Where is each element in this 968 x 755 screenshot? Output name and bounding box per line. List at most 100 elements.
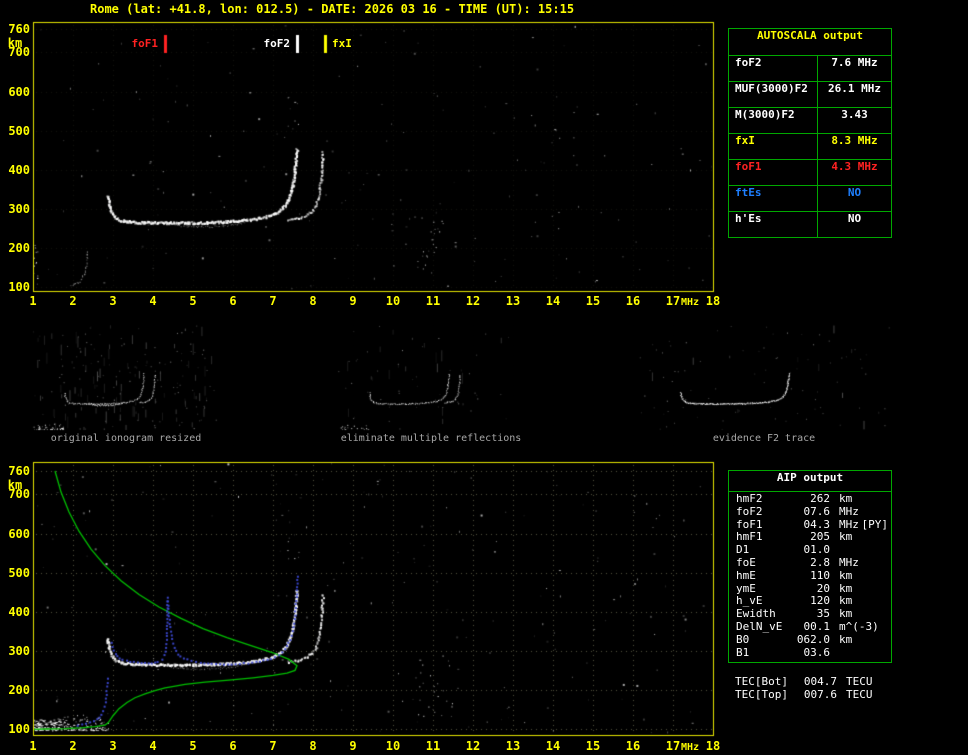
aip-table-row: h_vE 120 km bbox=[729, 594, 891, 607]
y-tick-label: 400 bbox=[8, 162, 30, 177]
tec-row-unit: TECU bbox=[846, 675, 873, 688]
x-tick-label: 16 bbox=[625, 739, 641, 753]
x-tick-label: 6 bbox=[229, 739, 237, 753]
tec-row-label: TEC[Top] bbox=[735, 688, 788, 701]
x-tick-label: 3 bbox=[109, 739, 117, 753]
x-tick-label: 14 bbox=[545, 294, 561, 308]
aip-row-label: foE bbox=[736, 555, 756, 569]
autoscala-row-value: 4.3 MHz bbox=[831, 160, 878, 173]
autoscala-table-row: M(3000)F2 3.43 bbox=[729, 108, 891, 134]
tec-row: TEC[Bot] 004.7 TECU bbox=[728, 675, 890, 688]
aip-row-unit: m^(-3) bbox=[839, 619, 879, 633]
y-tick-label: 760 bbox=[8, 22, 30, 36]
aip-row-label: foF2 bbox=[736, 504, 763, 518]
aip-row-value: 35 bbox=[816, 607, 830, 621]
aip-table-row: B0 062.0 km bbox=[729, 633, 891, 646]
aip-row-label: B0 bbox=[736, 632, 750, 646]
station-date-time-title: Rome (lat: +41.8, lon: 012.5) - DATE: 20… bbox=[90, 2, 575, 16]
y-tick-label: 200 bbox=[8, 240, 30, 255]
y-tick-label: 400 bbox=[8, 604, 30, 619]
x-axis-unit-label: MHz bbox=[681, 297, 700, 308]
aip-table-row: Ewidth 35 km bbox=[729, 607, 891, 620]
autoscala-row-value: NO bbox=[847, 186, 862, 199]
autoscala-row-label: h'Es bbox=[729, 212, 818, 237]
x-tick-label: 11 bbox=[425, 739, 441, 753]
y-tick-label: 200 bbox=[8, 682, 30, 697]
autoscala-row-label: foF1 bbox=[729, 160, 818, 185]
y-tick-label: 300 bbox=[8, 201, 30, 216]
aip-row-label: hmE bbox=[736, 568, 756, 582]
autoscala-row-label: M(3000)F2 bbox=[729, 108, 818, 133]
marker-label-fxI: fxI bbox=[332, 37, 352, 50]
aip-row-value: 01.0 bbox=[803, 543, 831, 557]
autoscala-table-title: AUTOSCALA output bbox=[729, 29, 891, 56]
aip-row-extra: [PY] bbox=[861, 517, 889, 531]
aip-table-row: foF2 07.6 MHz bbox=[729, 505, 891, 518]
x-tick-label: 7 bbox=[269, 739, 277, 753]
aip-row-label: hmF1 bbox=[736, 530, 763, 544]
x-tick-label: 1 bbox=[29, 294, 37, 308]
autoscala-table-row: fxI 8.3 MHz bbox=[729, 134, 891, 160]
autoscala-row-label: fxI bbox=[729, 134, 818, 159]
aip-table-row: ymE 20 km bbox=[729, 582, 891, 595]
aip-row-label: hmF2 bbox=[736, 492, 763, 505]
autoscala-row-label: foF2 bbox=[729, 56, 818, 81]
autoscala-row-value: 3.43 bbox=[841, 108, 868, 121]
autoscala-row-value: 26.1 MHz bbox=[828, 82, 881, 95]
autoscala-table-row: foF2 7.6 MHz bbox=[729, 56, 891, 82]
x-tick-label: 2 bbox=[69, 294, 77, 308]
y-axis-unit-label: km bbox=[7, 36, 23, 50]
aip-table-row: hmE 110 km bbox=[729, 569, 891, 582]
x-tick-label: 9 bbox=[349, 294, 357, 308]
aip-row-value: 07.6 bbox=[803, 504, 831, 518]
aip-table-row: hmF1 205 km bbox=[729, 530, 891, 543]
aip-row-unit: km bbox=[839, 594, 853, 608]
x-tick-label: 10 bbox=[385, 739, 401, 753]
autoscala-row-label: ftEs bbox=[729, 186, 818, 211]
x-tick-label: 8 bbox=[309, 739, 317, 753]
x-tick-label: 15 bbox=[585, 739, 601, 753]
aip-row-label: B1 bbox=[736, 645, 750, 659]
x-tick-label: 8 bbox=[309, 294, 317, 308]
aip-table-row: B1 03.6 bbox=[729, 646, 891, 659]
y-axis-unit-label: km bbox=[7, 478, 23, 492]
x-tick-label: 6 bbox=[229, 294, 237, 308]
aip-row-value: 205 bbox=[810, 530, 830, 544]
x-tick-label: 4 bbox=[149, 294, 157, 308]
y-tick-label: 600 bbox=[8, 526, 30, 541]
aip-row-label: D1 bbox=[736, 543, 750, 557]
y-tick-label: 100 bbox=[8, 280, 30, 294]
aip-row-value: 062.0 bbox=[796, 632, 830, 646]
autoscala-app-window: Rome (lat: +41.8, lon: 012.5) - DATE: 20… bbox=[0, 0, 968, 755]
aip-row-unit: km bbox=[839, 581, 853, 595]
aip-table-rows: hmF2 262 km foF2 07.6 MHz foF1 04.3 MHz [PY] hmF1 2… bbox=[729, 492, 891, 659]
x-tick-label: 13 bbox=[505, 739, 521, 753]
x-tick-label: 18 bbox=[705, 739, 721, 753]
autoscala-table-row: MUF(3000)F2 26.1 MHz bbox=[729, 82, 891, 108]
y-tick-label: 500 bbox=[8, 123, 30, 138]
aip-row-unit: km bbox=[839, 530, 853, 544]
x-tick-label: 5 bbox=[189, 294, 197, 308]
x-tick-label: 16 bbox=[625, 294, 641, 308]
aip-row-unit: km bbox=[839, 568, 853, 582]
y-tick-label: 100 bbox=[8, 722, 30, 736]
thumbnail-caption-eliminate: eliminate multiple reflections bbox=[340, 433, 522, 444]
marker-label-foF1: foF1 bbox=[131, 37, 159, 50]
aip-table-row: hmF2 262 km bbox=[729, 492, 891, 505]
thumbnail-caption-original: original ionogram resized bbox=[50, 433, 202, 444]
autoscala-table-rows: foF2 7.6 MHz MUF(3000)F2 26.1 MHz M(3000)F2 3… bbox=[729, 56, 891, 237]
x-tick-label: 2 bbox=[69, 739, 77, 753]
y-tick-label: 500 bbox=[8, 565, 30, 580]
aip-table-row: D1 01.0 bbox=[729, 543, 891, 556]
tec-row-label: TEC[Bot] bbox=[735, 675, 788, 688]
aip-row-label: DelN_vE bbox=[736, 619, 783, 633]
aip-row-unit: MHz bbox=[839, 517, 859, 531]
y-tick-label: 600 bbox=[8, 84, 30, 99]
aip-row-label: ymE bbox=[736, 581, 756, 595]
x-tick-label: 15 bbox=[585, 294, 601, 308]
x-tick-label: 9 bbox=[349, 739, 357, 753]
tec-output-rows: TEC[Bot] 004.7 TECU TEC[Top] 007.6 TECU bbox=[728, 675, 890, 701]
autoscala-row-label: MUF(3000)F2 bbox=[729, 82, 818, 107]
aip-table-title: AIP output bbox=[729, 471, 891, 492]
aip-row-value: 03.6 bbox=[803, 645, 831, 659]
